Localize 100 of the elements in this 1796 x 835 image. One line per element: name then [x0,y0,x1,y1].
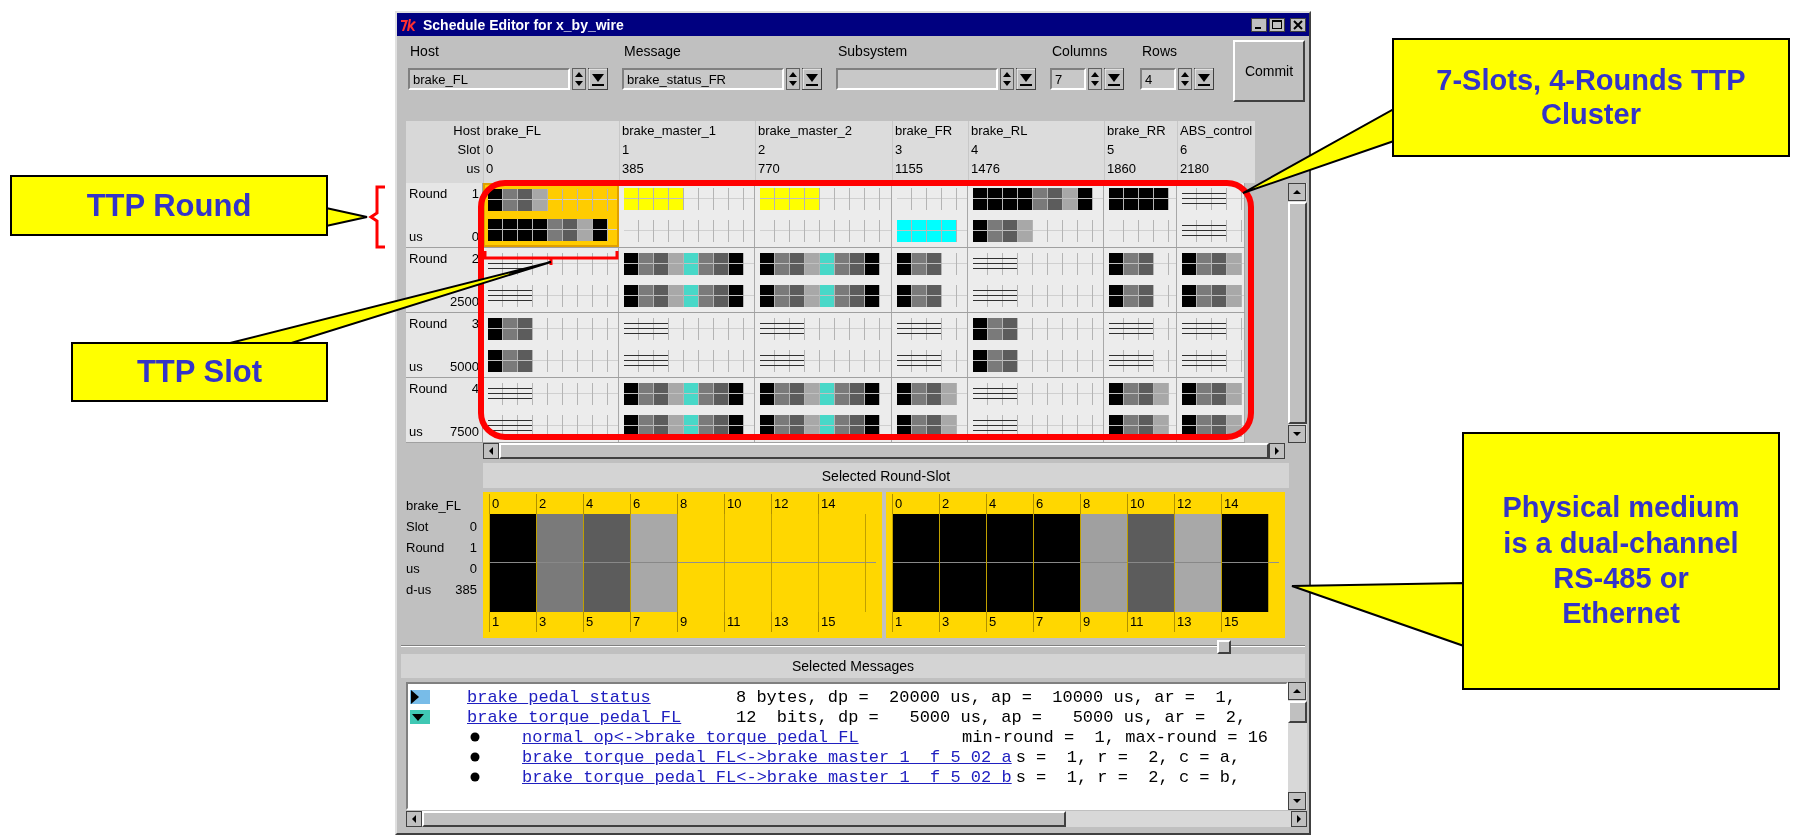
host-name: ABS_control [1180,122,1253,140]
round-time: 0 [471,228,479,245]
slot-cell[interactable] [1177,183,1245,247]
message-link[interactable]: brake_torque_pedal_FL<->brake_master_1__f_5_02_b [522,767,1012,787]
info-value: 0 [469,518,477,536]
slot-cell[interactable] [968,248,1104,312]
slot-cell[interactable] [1104,378,1177,442]
vertical-scrollbar[interactable] [1288,682,1307,810]
callout: 7-Slots, 4-Rounds TTP Cluster [1392,38,1790,157]
dropdown-button[interactable] [1104,68,1124,90]
time-label: us [409,228,423,245]
scroll-right-button[interactable] [1291,811,1307,827]
slot-cell[interactable] [1104,313,1177,377]
round-time: 5000 [450,358,479,375]
collapsed-icon[interactable] [410,690,430,704]
slot-time: 385 [622,160,645,178]
slot-cell[interactable] [968,378,1104,442]
slot-cell[interactable] [483,313,619,377]
slot-time: 2180 [1180,160,1210,178]
commit-button[interactable]: Commit [1233,40,1305,102]
slot-cell[interactable] [619,248,755,312]
slot-cell[interactable] [755,248,892,312]
message-link[interactable]: brake_pedal_status [467,687,736,707]
message-detail: 12 bits, dp = 5000 us, ap = 5000 us, ar = 2, [736,707,1247,727]
info-label: Round [406,539,445,557]
slot-cell[interactable] [755,313,892,377]
slot-cell[interactable] [1177,248,1245,312]
slot-cell[interactable] [619,378,755,442]
slot-cell[interactable] [755,183,892,247]
spin-button[interactable] [1000,68,1014,90]
spin-button[interactable] [1088,68,1102,90]
slot-cell[interactable] [1177,378,1245,442]
spin-button[interactable] [786,68,800,90]
combo-field[interactable]: brake_status_FR [622,68,784,90]
header-label: Host [453,122,480,140]
round-time: 2500 [450,293,479,310]
dropdown-button[interactable] [588,68,608,90]
spin-button[interactable] [1178,68,1192,90]
time-label: us [409,423,423,440]
message-detail: s = 1, r = 2, c = a, [1015,747,1241,767]
slot-cell[interactable] [483,248,619,312]
slot-cell[interactable] [968,313,1104,377]
scroll-thumb[interactable] [422,811,1066,827]
callout: TTP Slot [71,342,328,402]
slot-cell[interactable] [892,248,968,312]
horizontal-scrollbar[interactable] [406,811,1307,827]
close-button[interactable] [1290,17,1306,32]
expanded-icon[interactable] [410,710,430,724]
slot-cell[interactable] [968,183,1104,247]
info-value: 1 [469,539,477,557]
combo-field[interactable]: 7 [1050,68,1086,90]
spin-button[interactable] [572,68,586,90]
message-link[interactable]: normal_op<->brake_torque_pedal_FL [522,727,958,747]
host-name: brake_FL [486,122,542,140]
combo-field[interactable] [836,68,998,90]
slot-cell[interactable] [755,378,892,442]
scroll-down-button[interactable] [1288,425,1306,443]
slot-time: 1155 [895,160,924,178]
slot-time: 1476 [971,160,1001,178]
slot-cell[interactable] [619,313,755,377]
slot-cell[interactable] [1177,313,1245,377]
slider-thumb[interactable] [1216,640,1231,654]
dropdown-button[interactable] [1016,68,1036,90]
minimize-button[interactable] [1251,17,1267,32]
scroll-right-button[interactable] [1269,443,1285,459]
round-number: 2 [471,250,479,267]
slot-time: 770 [758,160,781,178]
dropdown-button[interactable] [1194,68,1214,90]
slot-cell[interactable] [619,183,755,247]
dropdown-button[interactable] [802,68,822,90]
scroll-up-button[interactable] [1288,183,1306,201]
slot-cell[interactable] [892,313,968,377]
window-title: Schedule Editor for x_by_wire [423,16,624,33]
combo-field[interactable]: brake_FL [408,68,570,90]
message-link[interactable]: brake_torque_pedal_FL [467,707,736,727]
callout: TTP Round [10,175,328,236]
round-label: Round [409,250,448,267]
slot-cell[interactable] [892,183,968,247]
slot-time: 1860 [1107,160,1137,178]
scroll-left-button[interactable] [406,811,422,827]
combo-field[interactable]: 4 [1140,68,1176,90]
maximize-button[interactable] [1269,17,1285,32]
scroll-left-button[interactable] [483,443,499,459]
bullet-icon [470,772,480,782]
slot-cell[interactable] [483,183,619,247]
bullet-icon [470,732,480,742]
slot-number: 0 [486,141,495,159]
scroll-up-button[interactable] [1288,682,1306,700]
slot-cell[interactable] [892,378,968,442]
tick-label: 13 [1174,612,1221,632]
round-number: 3 [471,315,479,332]
slot-cell[interactable] [1104,248,1177,312]
callout: Physical medium is a dual-channel RS-485 or Ethernet [1462,432,1780,690]
message-link[interactable]: brake_torque_pedal_FL<->brake_master_1__f_5_02_a [522,747,1012,767]
round-number: 1 [471,185,479,202]
scroll-thumb[interactable] [1288,701,1307,723]
slot-cell[interactable] [1104,183,1177,247]
scroll-down-button[interactable] [1288,792,1306,810]
tick-label: 1 [892,612,939,632]
round-label: Round [409,380,448,397]
